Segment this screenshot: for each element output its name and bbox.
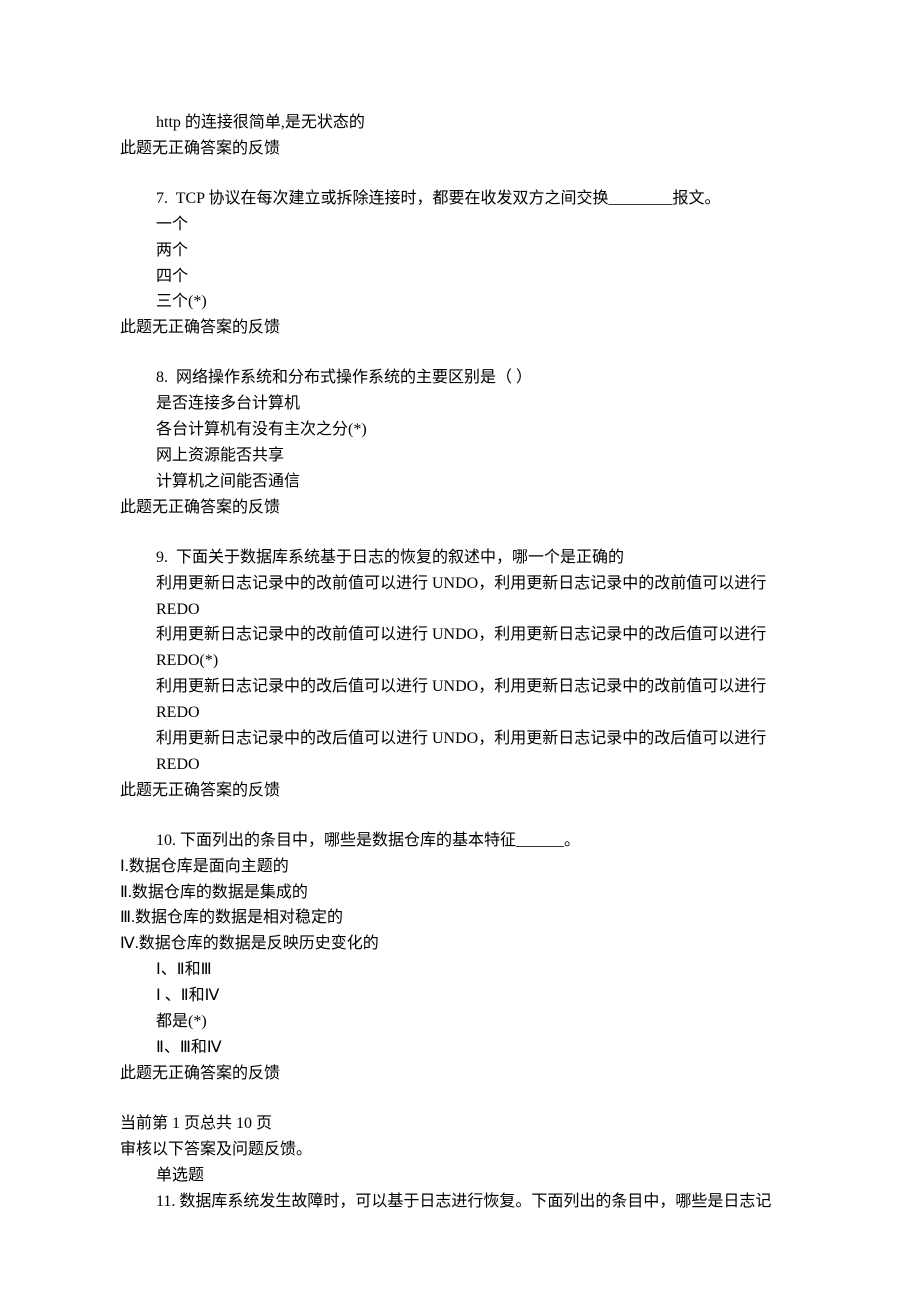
partial-option: http 的连接很简单,是无状态的: [120, 110, 800, 136]
question-text-tail: 报文。: [672, 190, 720, 207]
question-9: 9. 下面关于数据库系统基于日志的恢复的叙述中，哪一个是正确的: [120, 545, 800, 571]
question-8: 8. 网络操作系统和分布式操作系统的主要区别是（ ）: [120, 365, 800, 391]
pager-line: 当前第 1 页总共 10 页: [120, 1111, 800, 1137]
question-number: 7.: [156, 190, 168, 207]
blank-underline: ______: [516, 832, 564, 849]
option-correct: 利用更新日志记录中的改前值可以进行 UNDO，利用更新日志记录中的改后值可以进行…: [120, 622, 800, 674]
feedback-text: 此题无正确答案的反馈: [120, 136, 800, 162]
question-number: 11.: [156, 1193, 175, 1210]
question-text: 数据库系统发生故障时，可以基于日志进行恢复。下面列出的条目中，哪些是日志记: [179, 1193, 771, 1210]
option-correct: 三个(*): [120, 289, 800, 315]
question-10: 10. 下面列出的条目中，哪些是数据仓库的基本特征______。: [120, 828, 800, 854]
option-correct: 各台计算机有没有主次之分(*): [120, 417, 800, 443]
question-number: 8.: [156, 369, 168, 386]
option-text: 利用更新日志记录中的改前值可以进行 UNDO，利用更新日志记录中的改后值可以进行…: [120, 622, 800, 674]
statement: Ⅳ.数据仓库的数据是反映历史变化的: [120, 931, 800, 957]
option: 四个: [120, 264, 800, 290]
question-text: 下面列出的条目中，哪些是数据仓库的基本特征: [180, 832, 516, 849]
option: 是否连接多台计算机: [120, 391, 800, 417]
feedback-text: 此题无正确答案的反馈: [120, 778, 800, 804]
option: 利用更新日志记录中的改后值可以进行 UNDO，利用更新日志记录中的改后值可以进行…: [120, 726, 800, 778]
question-11: 11. 数据库系统发生故障时，可以基于日志进行恢复。下面列出的条目中，哪些是日志…: [120, 1189, 800, 1215]
feedback-text: 此题无正确答案的反馈: [120, 1061, 800, 1087]
statement: Ⅲ.数据仓库的数据是相对稳定的: [120, 905, 800, 931]
option: Ⅱ、Ⅲ和Ⅳ: [120, 1035, 800, 1061]
option-text: 利用更新日志记录中的改前值可以进行 UNDO，利用更新日志记录中的改前值可以进行…: [120, 571, 800, 623]
question-text: 下面关于数据库系统基于日志的恢复的叙述中，哪一个是正确的: [176, 549, 624, 566]
option: 计算机之间能否通信: [120, 469, 800, 495]
statement: Ⅱ.数据仓库的数据是集成的: [120, 880, 800, 906]
question-number: 10.: [156, 832, 176, 849]
option: 利用更新日志记录中的改前值可以进行 UNDO，利用更新日志记录中的改前值可以进行…: [120, 571, 800, 623]
section-heading: 单选题: [120, 1163, 800, 1189]
option-text: 利用更新日志记录中的改后值可以进行 UNDO，利用更新日志记录中的改前值可以进行…: [120, 674, 800, 726]
option: 两个: [120, 238, 800, 264]
question-text-tail: 。: [564, 832, 580, 849]
question-text: 网络操作系统和分布式操作系统的主要区别是（ ）: [176, 369, 532, 386]
question-text: TCP 协议在每次建立或拆除连接时，都要在收发双方之间交换: [176, 190, 609, 207]
option: 一个: [120, 212, 800, 238]
option: 利用更新日志记录中的改后值可以进行 UNDO，利用更新日志记录中的改前值可以进行…: [120, 674, 800, 726]
question-7: 7. TCP 协议在每次建立或拆除连接时，都要在收发双方之间交换________…: [120, 186, 800, 212]
option: 网上资源能否共享: [120, 443, 800, 469]
option: Ⅰ 、Ⅱ和Ⅳ: [120, 983, 800, 1009]
blank-underline: ________: [608, 190, 672, 207]
feedback-text: 此题无正确答案的反馈: [120, 315, 800, 341]
review-instruction: 审核以下答案及问题反馈。: [120, 1137, 800, 1163]
statement: Ⅰ.数据仓库是面向主题的: [120, 854, 800, 880]
option-correct: 都是(*): [120, 1009, 800, 1035]
question-number: 9.: [156, 549, 168, 566]
feedback-text: 此题无正确答案的反馈: [120, 495, 800, 521]
option-text: 利用更新日志记录中的改后值可以进行 UNDO，利用更新日志记录中的改后值可以进行…: [120, 726, 800, 778]
page-container: http 的连接很简单,是无状态的 此题无正确答案的反馈 7. TCP 协议在每…: [0, 0, 920, 1274]
option: Ⅰ、Ⅱ和Ⅲ: [120, 957, 800, 983]
